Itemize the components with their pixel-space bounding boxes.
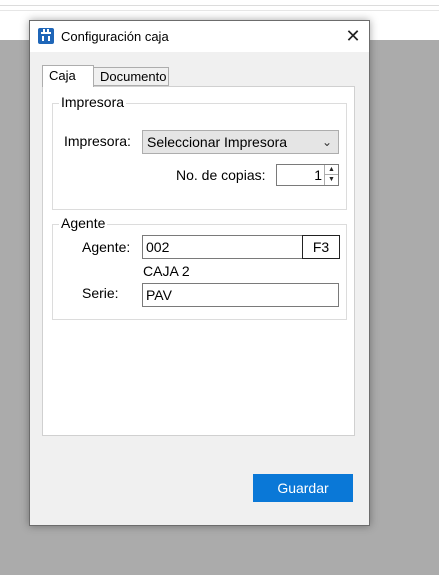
close-icon[interactable]: ✕ [336,23,370,50]
agente-group-legend: Agente [59,215,108,231]
background-divider [0,10,439,11]
tab-caja[interactable]: Caja [42,65,94,87]
stepper-down-icon[interactable]: ▼ [325,175,338,185]
agent-name: CAJA 2 [143,263,190,279]
impresora-group: Impresora Impresora: Seleccionar Impreso… [52,94,347,210]
impresora-group-legend: Impresora [59,94,127,110]
printer-select[interactable]: Seleccionar Impresora ⌄ [142,130,339,154]
chevron-down-icon: ⌄ [321,135,332,149]
f3-lookup-button[interactable]: F3 [302,235,340,259]
configuracion-caja-dialog: Configuración caja ✕ Caja Documento Impr… [29,20,370,526]
agent-input[interactable]: 002 [142,235,303,259]
agente-group: Agente Agente: 002 F3 CAJA 2 Serie: PAV [52,215,347,320]
tab-documento[interactable]: Documento [93,67,169,86]
save-button[interactable]: Guardar [253,474,353,502]
copies-value: 1 [314,167,322,183]
copies-label: No. de copias: [176,167,266,183]
printer-select-value: Seleccionar Impresora [147,134,288,150]
agent-label: Agente: [82,239,131,255]
serie-input[interactable]: PAV [142,283,339,307]
serie-label: Serie: [82,285,119,301]
stepper-arrows: ▲ ▼ [324,165,338,185]
printer-label: Impresora: [64,133,131,149]
copies-stepper[interactable]: 1 ▲ ▼ [276,164,339,186]
stepper-up-icon[interactable]: ▲ [325,165,338,175]
background-divider [0,5,439,6]
title-bar[interactable]: Configuración caja ✕ [30,21,369,52]
window-title: Configuración caja [61,29,169,44]
tab-panel-caja: Impresora Impresora: Seleccionar Impreso… [42,86,355,436]
cash-register-icon [38,28,54,44]
